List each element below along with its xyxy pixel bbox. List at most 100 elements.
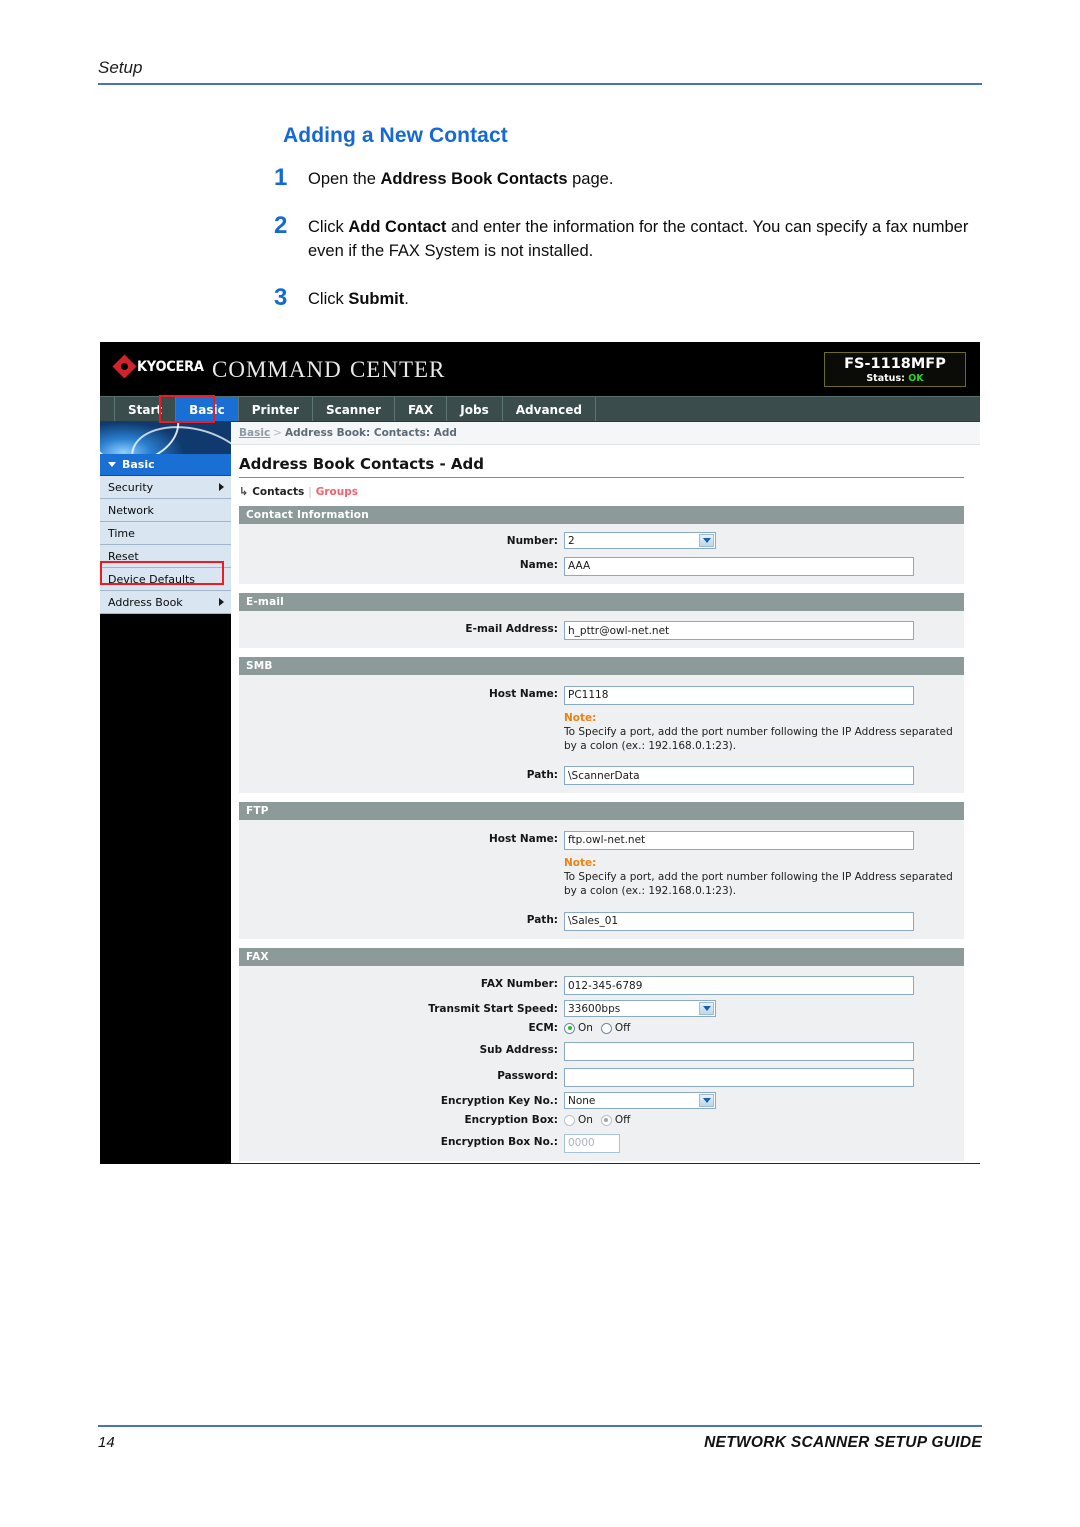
encryption-box-radio-off[interactable]: Off [600,1114,630,1126]
ftp-path-input[interactable] [564,911,914,931]
smb-path-input[interactable] [564,766,914,786]
step-text-bold: Add Contact [348,218,447,237]
control-sub-address [564,1039,964,1061]
chevron-down-icon [699,534,714,547]
encryption-box-no-input[interactable] [564,1133,620,1153]
kyocera-wordmark: KYOCERA [137,358,204,375]
transmit-start-speed-select[interactable]: 33600bps [564,1000,716,1018]
chevron-down-icon [699,1094,714,1108]
sidebar-item-address-book[interactable]: Address Book [100,591,231,614]
subnav-groups[interactable]: Groups [316,486,358,498]
tab-fax[interactable]: FAX [395,397,448,422]
note-row-smb: Note: To Specify a port, add the port nu… [239,710,964,759]
name-input[interactable] [564,556,914,576]
tab-scanner[interactable]: Scanner [313,397,395,422]
sidebar-header[interactable]: Basic [100,454,231,476]
step-text-pre: Open the [308,170,381,188]
sidebar-item-time[interactable]: Time [100,522,231,545]
breadcrumb-root-link[interactable]: Basic [239,427,270,439]
label-sub-address: Sub Address: [479,1043,558,1056]
tab-basic[interactable]: Basic [176,397,239,422]
sidebar-item-device-defaults[interactable]: Device Defaults [100,568,231,591]
fax-number-input[interactable] [564,976,914,996]
chevron-right-icon [219,483,224,491]
list-item: 2 Click Add Contact and enter the inform… [274,213,984,263]
step-number: 1 [274,164,288,191]
field-row-smb-path: Path: [239,764,964,786]
step-text-post: . [404,290,409,309]
form-page-title: Address Book Contacts - Add [239,455,964,478]
kyocera-logo: KYOCERA [112,354,209,379]
note-ftp: Note: To Specify a port, add the port nu… [564,857,964,898]
note-heading: Note: [564,711,597,724]
kyocera-diamond-icon [112,354,137,379]
control-ftp-host-name [564,828,964,850]
field-row-ftp-path: Path: [239,909,964,931]
radio-selected-icon [564,1022,575,1034]
sidebar-item-reset[interactable]: Reset [100,545,231,568]
encryption-key-no-select[interactable]: None [564,1092,716,1110]
number-select[interactable]: 2 [564,532,716,549]
encryption-box-radio-on[interactable]: On [564,1114,593,1126]
section-body-email: E-mail Address: [239,610,964,648]
label-ecm: ECM: [528,1022,558,1035]
email-address-input[interactable] [564,621,914,640]
screenshot-body: Basic Security Network Time Reset Device… [100,422,980,1164]
cc-enter: ENTER [366,357,446,382]
subnav-contacts[interactable]: Contacts [252,486,304,498]
tab-start[interactable]: Start [114,397,177,422]
step-text: Open the Address Book Contacts page. [308,165,613,191]
label-transmit-start-speed: Transmit Start Speed: [428,1002,558,1015]
control-ftp-path [564,909,964,931]
control-smb-host-name [564,683,964,705]
field-row-fax-number: FAX Number: [239,974,964,996]
sub-address-input[interactable] [564,1041,914,1061]
ftp-host-name-input[interactable] [564,830,914,850]
field-row-encryption-box: Encryption Box: On Off [239,1114,964,1126]
radio-unselected-icon [564,1114,575,1126]
tab-advanced[interactable]: Advanced [503,397,596,422]
status-label: Status: [866,372,905,384]
chevron-down-icon [699,1002,714,1016]
breadcrumb-current: Address Book: Contacts: Add [284,427,457,439]
tab-jobs[interactable]: Jobs [447,397,503,422]
field-row-sub-address: Sub Address: [239,1039,964,1061]
label-name: Name: [519,558,558,571]
control-smb-path [564,764,964,786]
password-input[interactable] [564,1068,914,1088]
control-number: 2 [564,532,964,549]
page-footer: 14 NETWORK SCANNER SETUP GUIDE [98,1425,982,1452]
control-email-address [564,619,964,640]
sidebar-item-label: Device Defaults [108,572,196,586]
encryption-box-radio-group: On Off [564,1114,964,1126]
sidebar-item-security[interactable]: Security [100,476,231,499]
ecm-radio-on[interactable]: On [564,1022,593,1034]
step-list: 1 Open the Address Book Contacts page. 2… [274,165,984,334]
label-fax-number: FAX Number: [480,978,558,991]
cc-c2: C [349,357,367,382]
section-body-smb: Host Name: Note: To Specify a port, add … [239,675,964,794]
control-fax-number [564,974,964,996]
control-transmit-start-speed: 33600bps [564,1000,964,1018]
ecm-radio-off[interactable]: Off [600,1022,630,1034]
transmit-start-speed-value: 33600bps [568,1002,621,1015]
sidebar-item-label: Time [108,526,135,540]
header-rule [98,83,982,85]
sidebar-item-label: Reset [108,549,139,563]
section-header-contact-information: Contact Information [239,506,964,524]
radio-selected-icon [600,1114,612,1126]
tab-printer[interactable]: Printer [239,397,313,422]
footer-row: 14 NETWORK SCANNER SETUP GUIDE [98,1434,982,1452]
sidebar-header-label: Basic [122,458,155,471]
smb-host-name-input[interactable] [564,685,914,705]
radio-unselected-icon [600,1022,612,1034]
label-encryption-box: Encryption Box: [464,1114,558,1127]
sidebar-item-network[interactable]: Network [100,499,231,522]
embedded-screenshot: KYOCERA COMMAND CENTER FS-1118MFP Status… [100,342,980,1164]
label-smb-host-name: Host Name: [488,687,558,700]
list-item: 3 Click Submit. [274,285,984,311]
step-text-bold: Submit [348,290,405,309]
section-header-fax: FAX [239,947,964,966]
label-ftp-path: Path: [526,913,558,926]
section-body-ftp: Host Name: Note: To Specify a port, add … [239,820,964,939]
